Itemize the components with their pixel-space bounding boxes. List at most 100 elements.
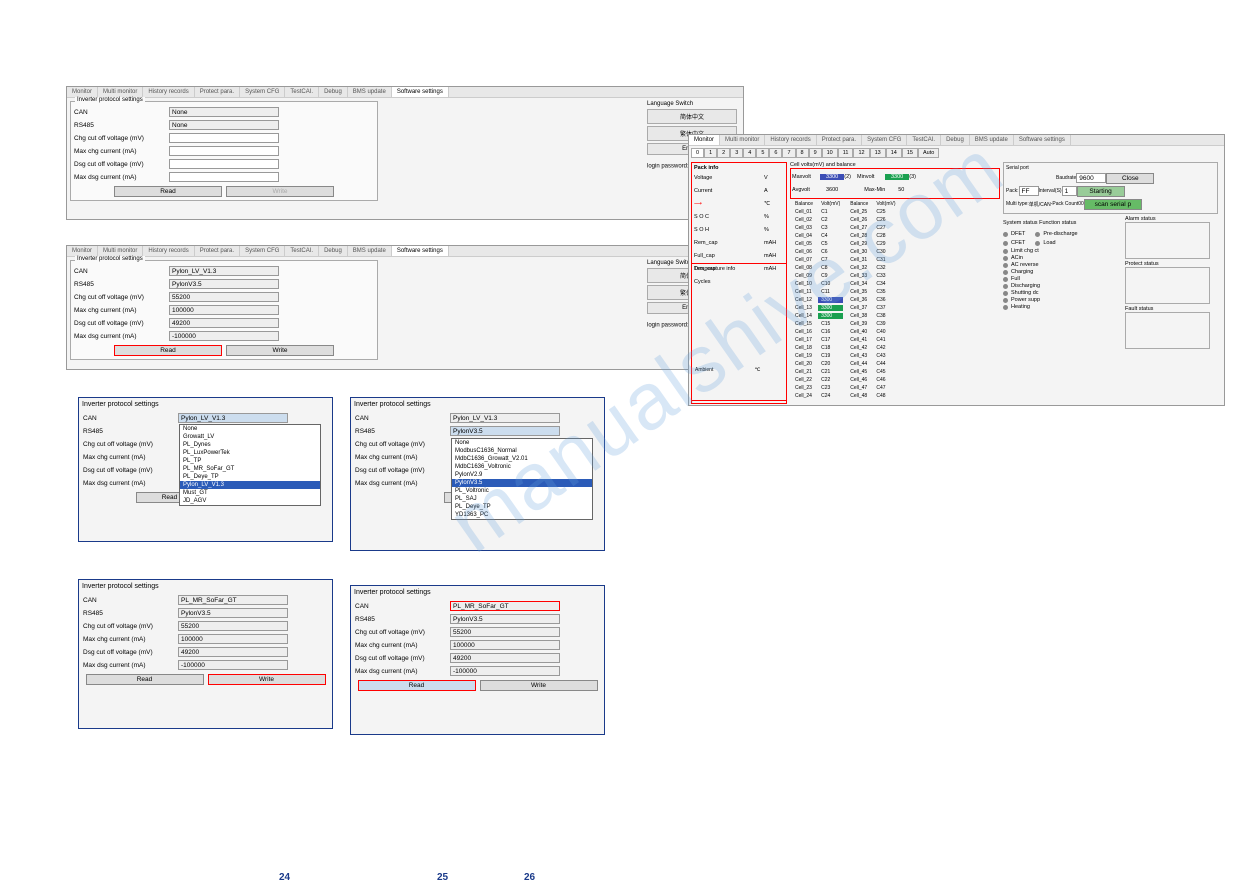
- input[interactable]: 49200: [178, 647, 288, 657]
- write-button[interactable]: Write: [208, 674, 326, 685]
- input[interactable]: FF: [1019, 186, 1039, 196]
- tab[interactable]: Debug: [319, 87, 348, 97]
- tab-software-settings[interactable]: Software settings: [392, 87, 449, 97]
- tab[interactable]: Monitor: [689, 135, 720, 145]
- write-button[interactable]: Write: [226, 345, 334, 356]
- option[interactable]: MdbC1636_Voltronic: [452, 463, 592, 471]
- select-can[interactable]: None: [169, 107, 279, 117]
- tab[interactable]: Software settings: [1014, 135, 1071, 145]
- tab[interactable]: Software settings: [392, 246, 449, 256]
- option[interactable]: YD1363_PC: [452, 511, 592, 519]
- read-button[interactable]: Read: [114, 345, 222, 356]
- pack-tab[interactable]: 0: [691, 148, 704, 158]
- input[interactable]: 55200: [169, 292, 279, 302]
- option[interactable]: PL_LuxPowerTek: [180, 449, 320, 457]
- tab[interactable]: Monitor: [67, 87, 98, 97]
- select[interactable]: Pylon_LV_V1.3: [450, 413, 560, 423]
- tab[interactable]: Debug: [941, 135, 970, 145]
- tab[interactable]: History records: [143, 246, 194, 256]
- select-rs485[interactable]: None: [169, 120, 279, 130]
- option[interactable]: Must_GT: [180, 489, 320, 497]
- input[interactable]: 1: [1062, 186, 1077, 196]
- read-button[interactable]: Read: [114, 186, 222, 197]
- select-rs485[interactable]: PylonV3.5: [169, 279, 279, 289]
- rs485-dropdown[interactable]: None ModbusC1636_Normal MdbC1636_Growatt…: [451, 438, 593, 520]
- write-button[interactable]: Write: [480, 680, 598, 691]
- tab[interactable]: Protect para.: [195, 246, 240, 256]
- tab[interactable]: Protect para.: [195, 87, 240, 97]
- tab[interactable]: Debug: [319, 246, 348, 256]
- option[interactable]: PL_SAJ: [452, 495, 592, 503]
- pack-tab[interactable]: 8: [796, 148, 809, 158]
- select-can[interactable]: Pylon_LV_V1.3: [169, 266, 279, 276]
- pack-tab[interactable]: 15: [902, 148, 918, 158]
- select[interactable]: PylonV3.5: [178, 608, 288, 618]
- tab[interactable]: Protect para.: [817, 135, 862, 145]
- tab[interactable]: Multi monitor: [98, 87, 143, 97]
- pack-tab[interactable]: Auto: [918, 148, 939, 158]
- input[interactable]: 100000: [178, 634, 288, 644]
- input[interactable]: -100000: [169, 331, 279, 341]
- tab[interactable]: Monitor: [67, 246, 98, 256]
- input[interactable]: 100000: [169, 305, 279, 315]
- start-button[interactable]: Starting: [1077, 186, 1125, 197]
- option[interactable]: PylonV2.9: [452, 471, 592, 479]
- input-dsg[interactable]: [169, 159, 279, 169]
- select-can[interactable]: Pylon_LV_V1.3: [178, 413, 288, 423]
- tab[interactable]: System CFG: [862, 135, 907, 145]
- option[interactable]: None: [180, 425, 320, 433]
- option[interactable]: MdbC1636_Growatt_V2.01: [452, 455, 592, 463]
- select-can[interactable]: PL_MR_SoFar_GT: [450, 601, 560, 611]
- option[interactable]: PL_Deye_TP: [452, 503, 592, 511]
- tab[interactable]: BMS update: [970, 135, 1014, 145]
- input[interactable]: 49200: [450, 653, 560, 663]
- pack-tab[interactable]: 6: [769, 148, 782, 158]
- select[interactable]: PylonV3.5: [450, 614, 560, 624]
- option[interactable]: ModbusC1636_Normal: [452, 447, 592, 455]
- input[interactable]: -100000: [178, 660, 288, 670]
- pack-tab[interactable]: 11: [838, 148, 854, 158]
- input-maxdsg[interactable]: [169, 172, 279, 182]
- write-button[interactable]: Write: [226, 186, 334, 197]
- tab[interactable]: Multi monitor: [98, 246, 143, 256]
- read-button[interactable]: Read: [358, 680, 476, 691]
- read-button[interactable]: Read: [86, 674, 204, 685]
- input[interactable]: -100000: [450, 666, 560, 676]
- tab[interactable]: History records: [765, 135, 816, 145]
- input-chg[interactable]: [169, 133, 279, 143]
- pack-tab[interactable]: 13: [870, 148, 886, 158]
- tab[interactable]: System CFG: [240, 246, 285, 256]
- lang-cn1[interactable]: 简体中文: [647, 109, 737, 124]
- tab[interactable]: BMS update: [348, 87, 392, 97]
- option[interactable]: JD_AGV: [180, 497, 320, 505]
- input-maxchg[interactable]: [169, 146, 279, 156]
- pack-tab[interactable]: 10: [822, 148, 838, 158]
- tab[interactable]: Multi monitor: [720, 135, 765, 145]
- input[interactable]: 9600: [1076, 173, 1106, 183]
- option[interactable]: PL_Deye_TP: [180, 473, 320, 481]
- tab[interactable]: System CFG: [240, 87, 285, 97]
- can-dropdown[interactable]: None Growatt_LV PL_Dynes PL_LuxPowerTek …: [179, 424, 321, 506]
- input[interactable]: 55200: [178, 621, 288, 631]
- pack-tab[interactable]: 9: [809, 148, 822, 158]
- option-selected[interactable]: Pylon_LV_V1.3: [180, 481, 320, 489]
- option[interactable]: PL_Dynes: [180, 441, 320, 449]
- pack-tab[interactable]: 12: [853, 148, 869, 158]
- pack-tab[interactable]: 14: [886, 148, 902, 158]
- pack-tab[interactable]: 4: [743, 148, 756, 158]
- pack-tab[interactable]: 7: [782, 148, 795, 158]
- select-rs485[interactable]: PylonV3.5: [450, 426, 560, 436]
- option[interactable]: PL_TP: [180, 457, 320, 465]
- option[interactable]: Growatt_LV: [180, 433, 320, 441]
- option[interactable]: PL_Voltronic: [452, 487, 592, 495]
- input[interactable]: 100000: [450, 640, 560, 650]
- tab[interactable]: TestCAI.: [907, 135, 941, 145]
- pack-tab[interactable]: 5: [756, 148, 769, 158]
- scan-button[interactable]: scan serial p: [1084, 199, 1142, 210]
- tab[interactable]: BMS update: [348, 246, 392, 256]
- tab[interactable]: TestCAI.: [285, 246, 319, 256]
- tab[interactable]: History records: [143, 87, 194, 97]
- input[interactable]: 49200: [169, 318, 279, 328]
- option-selected[interactable]: PylonV3.5: [452, 479, 592, 487]
- tab[interactable]: TestCAI.: [285, 87, 319, 97]
